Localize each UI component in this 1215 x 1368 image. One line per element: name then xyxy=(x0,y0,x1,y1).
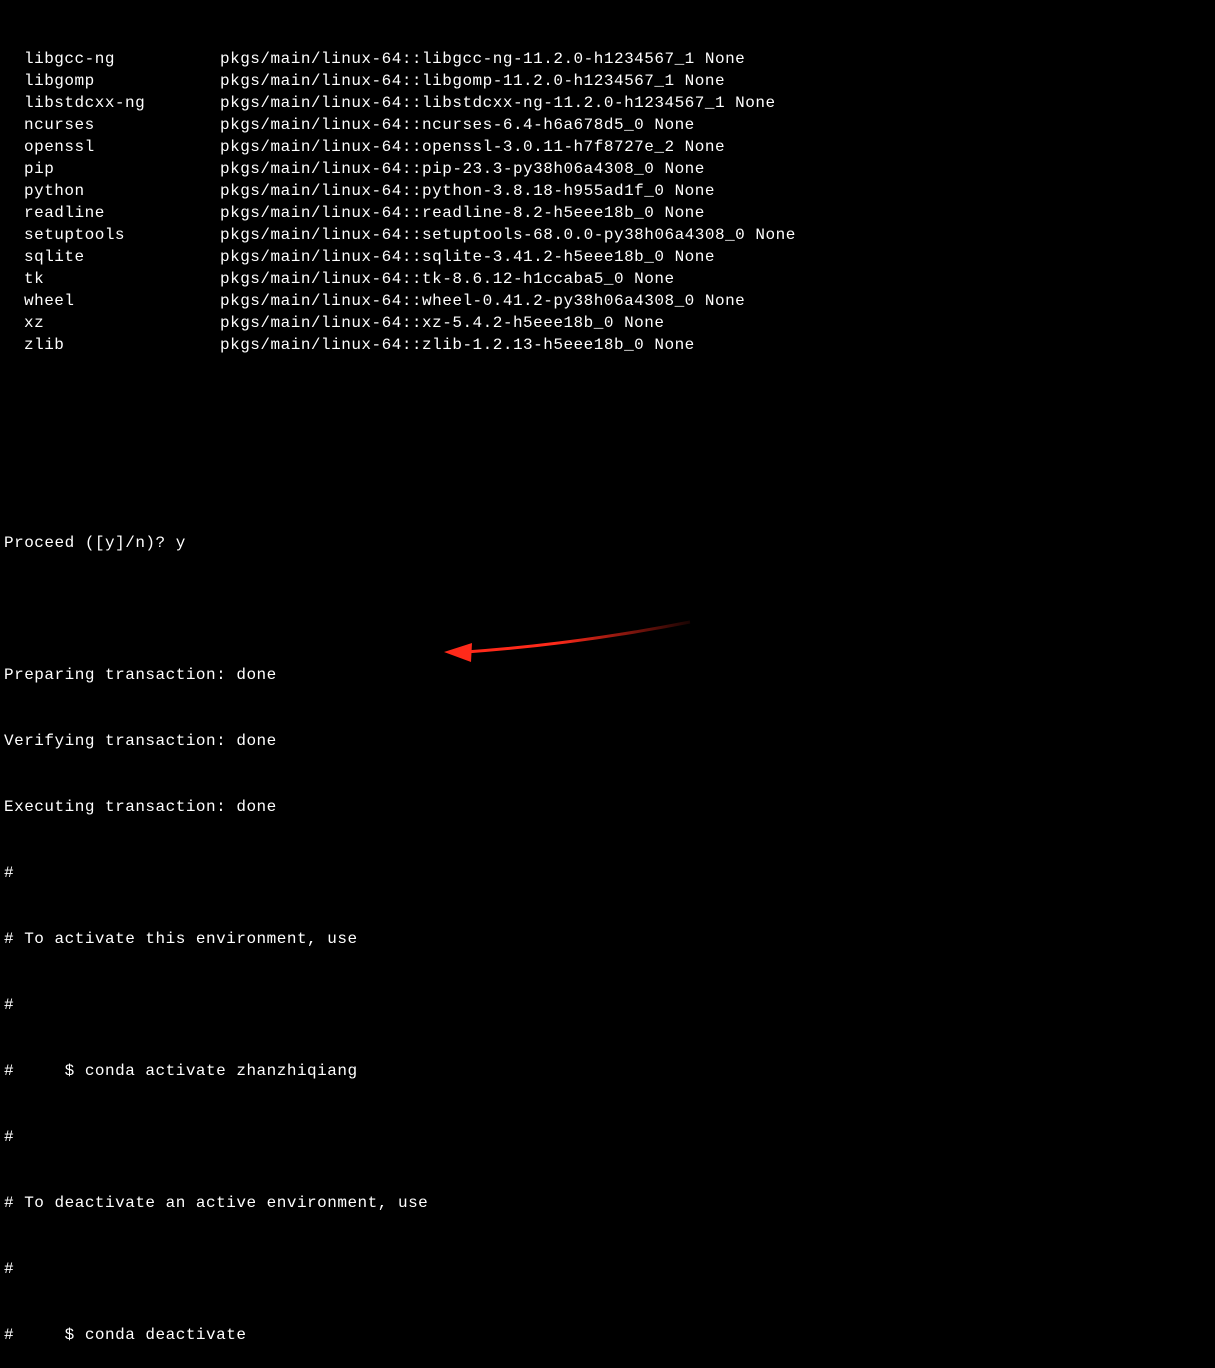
package-spec: pkgs/main/linux-64::tk-8.6.12-h1ccaba5_0… xyxy=(220,268,675,290)
txn-preparing: Preparing transaction: done xyxy=(4,664,1211,686)
package-spec: pkgs/main/linux-64::sqlite-3.41.2-h5eee1… xyxy=(220,246,715,268)
package-name: openssl xyxy=(4,136,220,158)
package-row: wheelpkgs/main/linux-64::wheel-0.41.2-py… xyxy=(4,290,1211,312)
package-row: ncursespkgs/main/linux-64::ncurses-6.4-h… xyxy=(4,114,1211,136)
package-name: zlib xyxy=(4,334,220,356)
package-row: libgcc-ngpkgs/main/linux-64::libgcc-ng-1… xyxy=(4,48,1211,70)
terminal-output[interactable]: libgcc-ngpkgs/main/linux-64::libgcc-ng-1… xyxy=(4,4,1211,1368)
package-spec: pkgs/main/linux-64::zlib-1.2.13-h5eee18b… xyxy=(220,334,695,356)
package-row: readlinepkgs/main/linux-64::readline-8.2… xyxy=(4,202,1211,224)
package-name: libgomp xyxy=(4,70,220,92)
activate-command: # $ conda activate zhanzhiqiang xyxy=(4,1060,1211,1082)
comment-hash: # xyxy=(4,994,1211,1016)
package-name: setuptools xyxy=(4,224,220,246)
package-name: readline xyxy=(4,202,220,224)
txn-verifying: Verifying transaction: done xyxy=(4,730,1211,752)
package-name: ncurses xyxy=(4,114,220,136)
package-spec: pkgs/main/linux-64::pip-23.3-py38h06a430… xyxy=(220,158,705,180)
package-spec: pkgs/main/linux-64::setuptools-68.0.0-py… xyxy=(220,224,796,246)
package-spec: pkgs/main/linux-64::wheel-0.41.2-py38h06… xyxy=(220,290,745,312)
blank xyxy=(4,598,1211,620)
package-name: libstdcxx-ng xyxy=(4,92,220,114)
package-spec: pkgs/main/linux-64::libstdcxx-ng-11.2.0-… xyxy=(220,92,776,114)
package-spec: pkgs/main/linux-64::ncurses-6.4-h6a678d5… xyxy=(220,114,695,136)
txn-executing: Executing transaction: done xyxy=(4,796,1211,818)
package-name: python xyxy=(4,180,220,202)
package-name: sqlite xyxy=(4,246,220,268)
package-list: libgcc-ngpkgs/main/linux-64::libgcc-ng-1… xyxy=(4,48,1211,356)
package-row: libstdcxx-ngpkgs/main/linux-64::libstdcx… xyxy=(4,92,1211,114)
blank xyxy=(4,400,1211,422)
proceed-prompt: Proceed ([y]/n)? y xyxy=(4,532,1211,554)
package-row: pippkgs/main/linux-64::pip-23.3-py38h06a… xyxy=(4,158,1211,180)
package-name: wheel xyxy=(4,290,220,312)
package-row: pythonpkgs/main/linux-64::python-3.8.18-… xyxy=(4,180,1211,202)
package-name: pip xyxy=(4,158,220,180)
package-row: zlibpkgs/main/linux-64::zlib-1.2.13-h5ee… xyxy=(4,334,1211,356)
comment-hash: # xyxy=(4,862,1211,884)
package-spec: pkgs/main/linux-64::python-3.8.18-h955ad… xyxy=(220,180,715,202)
package-spec: pkgs/main/linux-64::libgomp-11.2.0-h1234… xyxy=(220,70,725,92)
package-row: libgomppkgs/main/linux-64::libgomp-11.2.… xyxy=(4,70,1211,92)
package-spec: pkgs/main/linux-64::xz-5.4.2-h5eee18b_0 … xyxy=(220,312,664,334)
activate-header: # To activate this environment, use xyxy=(4,928,1211,950)
package-row: xzpkgs/main/linux-64::xz-5.4.2-h5eee18b_… xyxy=(4,312,1211,334)
deactivate-header: # To deactivate an active environment, u… xyxy=(4,1192,1211,1214)
deactivate-command: # $ conda deactivate xyxy=(4,1324,1211,1346)
package-row: sqlitepkgs/main/linux-64::sqlite-3.41.2-… xyxy=(4,246,1211,268)
package-row: opensslpkgs/main/linux-64::openssl-3.0.1… xyxy=(4,136,1211,158)
package-name: xz xyxy=(4,312,220,334)
package-row: tkpkgs/main/linux-64::tk-8.6.12-h1ccaba5… xyxy=(4,268,1211,290)
package-name: libgcc-ng xyxy=(4,48,220,70)
blank xyxy=(4,466,1211,488)
package-spec: pkgs/main/linux-64::readline-8.2-h5eee18… xyxy=(220,202,705,224)
package-spec: pkgs/main/linux-64::libgcc-ng-11.2.0-h12… xyxy=(220,48,745,70)
package-row: setuptoolspkgs/main/linux-64::setuptools… xyxy=(4,224,1211,246)
package-spec: pkgs/main/linux-64::openssl-3.0.11-h7f87… xyxy=(220,136,725,158)
comment-hash: # xyxy=(4,1126,1211,1148)
comment-hash: # xyxy=(4,1258,1211,1280)
package-name: tk xyxy=(4,268,220,290)
